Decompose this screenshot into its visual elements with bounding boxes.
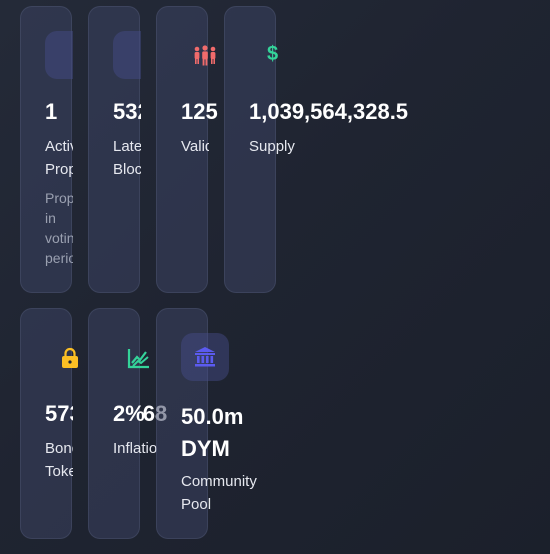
proposals-sub-line3: voting: [45, 230, 73, 246]
supply-label-line1: Supply: [249, 138, 295, 155]
supply-card: $ 1,039,564,328.5 Supply: [224, 6, 408, 293]
community-pool-card: 50.0m DYM Community Pool: [156, 308, 257, 539]
validators-label-line1: Validat: [181, 138, 209, 155]
pool-label-line2: Pool: [181, 496, 212, 513]
inflation-value-main: 2%: [113, 401, 145, 426]
bonded-tokens-card: 573, Bonde Tokens: [20, 308, 78, 539]
lock-icon: [62, 347, 78, 368]
latest-block-value: 5325: [113, 99, 141, 124]
pool-value-line2: DYM: [181, 436, 230, 461]
active-proposals-label-line2: Propos: [45, 161, 73, 178]
people-icon: [194, 45, 216, 66]
supply-value: 1,039,564,328.5: [249, 99, 409, 124]
block-icon-box: [113, 31, 141, 79]
active-proposals-card: 1 Active Propos Propos in voting period: [20, 6, 73, 293]
bonded-label-line1: Bonde: [45, 440, 73, 457]
inflation-label-line1: Inflatio: [113, 440, 158, 457]
pool-value-line1: 50.0m: [181, 404, 244, 429]
bonded-tokens-label: Bonde Tokens: [45, 437, 73, 483]
proposals-sub-line1: Propos: [45, 190, 73, 206]
active-proposals-label-line1: Active: [45, 138, 73, 155]
dollar-icon: $: [267, 43, 279, 65]
latest-block-label-line1: Latest: [113, 138, 141, 155]
chart-icon: [127, 349, 149, 369]
inflation-label: Inflatio: [113, 437, 159, 460]
active-proposals-label: Active Propos: [45, 135, 73, 181]
latest-block-label: Latest Block: [113, 135, 141, 181]
bank-icon: [195, 347, 215, 367]
validators-label: Validat: [181, 135, 209, 158]
proposals-sub-line2: in: [45, 210, 56, 226]
pool-label-line1: Community: [181, 473, 257, 490]
community-pool-label: Community Pool: [181, 470, 257, 516]
community-pool-value: 50.0m DYM: [181, 401, 243, 465]
bank-icon-box: [181, 333, 229, 381]
validators-card: 125 Validat: [156, 6, 218, 293]
bonded-tokens-value: 573,: [45, 401, 73, 426]
bonded-label-line2: Tokens: [45, 463, 73, 480]
latest-block-label-line2: Block: [113, 161, 141, 178]
inflation-card: 2%68 Inflatio: [88, 308, 167, 539]
supply-label: Supply: [249, 135, 295, 158]
latest-block-card: 5325 Latest Block: [88, 6, 141, 293]
active-proposals-value: 1: [45, 99, 58, 124]
validators-value: 125: [181, 99, 218, 124]
proposals-icon-box: [45, 31, 73, 79]
active-proposals-subtext: Propos in voting period: [45, 188, 73, 268]
proposals-sub-line4: period: [45, 250, 73, 266]
